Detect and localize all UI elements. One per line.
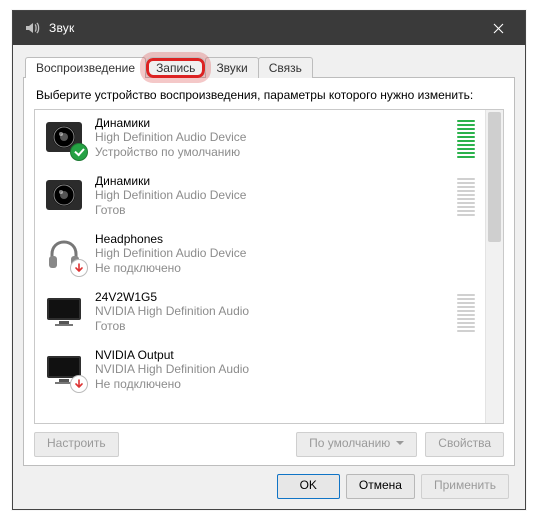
monitor-icon — [43, 348, 85, 390]
device-name: Динамики — [95, 116, 447, 130]
device-driver: High Definition Audio Device — [95, 246, 449, 261]
properties-button[interactable]: Свойства — [425, 432, 504, 457]
device-row[interactable]: 24V2W1G5NVIDIA High Definition AudioГото… — [35, 284, 485, 342]
device-row[interactable]: ДинамикиHigh Definition Audio DeviceГото… — [35, 168, 485, 226]
device-name: Динамики — [95, 174, 447, 188]
scroll-thumb[interactable] — [488, 112, 501, 242]
titlebar[interactable]: Звук — [13, 11, 525, 45]
status-ok-icon — [70, 143, 88, 161]
device-name: Headphones — [95, 232, 449, 246]
configure-button[interactable]: Настроить — [34, 432, 119, 457]
cancel-button[interactable]: Отмена — [346, 474, 415, 499]
set-default-button[interactable]: По умолчанию — [296, 432, 417, 457]
instruction-text: Выберите устройство воспроизведения, пар… — [36, 88, 504, 103]
apply-button[interactable]: Применить — [421, 474, 509, 499]
speaker-icon — [43, 116, 85, 158]
level-meter — [457, 118, 475, 158]
client-area: ВоспроизведениеЗаписьЗвукиСвязь Выберите… — [13, 45, 525, 509]
panel-button-row: Настроить По умолчанию Свойства — [34, 432, 504, 457]
dialog-button-row: OK Отмена Применить — [23, 466, 515, 501]
device-row[interactable]: NVIDIA OutputNVIDIA High Definition Audi… — [35, 342, 485, 400]
device-text: HeadphonesHigh Definition Audio DeviceНе… — [95, 232, 449, 276]
status-down-icon — [70, 375, 88, 393]
tab-1[interactable]: Запись — [145, 57, 206, 78]
device-name: 24V2W1G5 — [95, 290, 447, 304]
device-row[interactable]: ДинамикиHigh Definition Audio DeviceУстр… — [35, 110, 485, 168]
speaker-icon — [43, 174, 85, 216]
tab-strip: ВоспроизведениеЗаписьЗвукиСвязь — [25, 55, 515, 77]
ok-button[interactable]: OK — [277, 474, 340, 499]
device-text: 24V2W1G5NVIDIA High Definition AudioГото… — [95, 290, 447, 334]
device-driver: NVIDIA High Definition Audio — [95, 304, 447, 319]
device-status: Устройство по умолчанию — [95, 145, 447, 160]
device-text: ДинамикиHigh Definition Audio DeviceУстр… — [95, 116, 447, 160]
tab-3[interactable]: Связь — [258, 57, 313, 78]
device-driver: NVIDIA High Definition Audio — [95, 362, 449, 377]
level-meter — [457, 176, 475, 216]
device-list[interactable]: ДинамикиHigh Definition Audio DeviceУстр… — [35, 110, 485, 423]
monitor-icon — [43, 290, 85, 332]
level-meter — [457, 292, 475, 332]
device-status: Готов — [95, 319, 447, 334]
close-button[interactable] — [477, 11, 519, 45]
device-status: Не подключено — [95, 377, 449, 392]
sound-icon — [23, 19, 41, 37]
device-text: ДинамикиHigh Definition Audio DeviceГото… — [95, 174, 447, 218]
device-name: NVIDIA Output — [95, 348, 449, 362]
headphones-icon — [43, 232, 85, 274]
window-title: Звук — [49, 21, 477, 35]
playback-panel: Выберите устройство воспроизведения, пар… — [23, 77, 515, 466]
device-status: Готов — [95, 203, 447, 218]
device-status: Не подключено — [95, 261, 449, 276]
status-down-icon — [70, 259, 88, 277]
device-text: NVIDIA OutputNVIDIA High Definition Audi… — [95, 348, 449, 392]
tab-2[interactable]: Звуки — [205, 57, 258, 78]
device-driver: High Definition Audio Device — [95, 130, 447, 145]
device-list-box: ДинамикиHigh Definition Audio DeviceУстр… — [34, 109, 504, 424]
scrollbar[interactable] — [485, 110, 503, 423]
device-driver: High Definition Audio Device — [95, 188, 447, 203]
device-row[interactable]: HeadphonesHigh Definition Audio DeviceНе… — [35, 226, 485, 284]
sound-dialog: Звук ВоспроизведениеЗаписьЗвукиСвязь Выб… — [12, 10, 526, 510]
tab-0[interactable]: Воспроизведение — [25, 57, 146, 78]
